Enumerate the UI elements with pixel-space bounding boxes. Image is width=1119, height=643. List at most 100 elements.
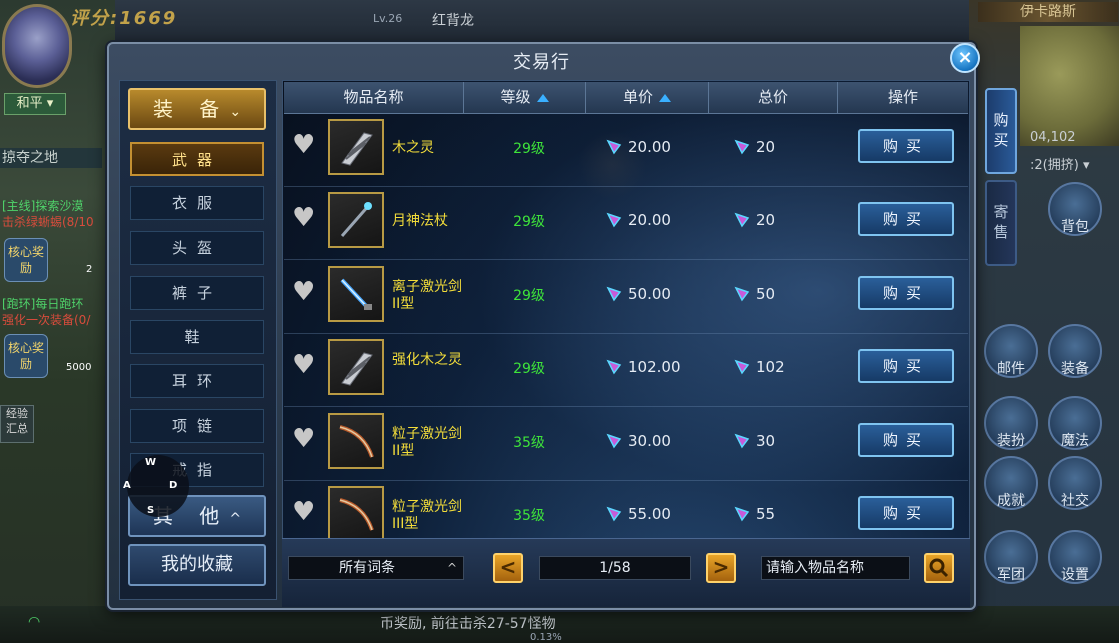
buy-button[interactable]: 购买 — [858, 129, 954, 163]
unit-price: 20.00 — [628, 138, 671, 156]
gem-currency-icon — [734, 433, 750, 449]
claw-blade-icon — [341, 352, 373, 386]
gem-currency-icon — [734, 359, 750, 375]
item-level: 29级 — [513, 288, 545, 304]
affix-filter-select[interactable]: 所有词条 ^ — [288, 556, 464, 580]
player-avatar[interactable] — [2, 4, 72, 88]
sort-asc-icon — [536, 93, 549, 102]
target-name: 红背龙 — [432, 13, 474, 29]
score-display: 评分:1669 — [70, 4, 177, 30]
my-favorites-button[interactable]: 我的收藏 — [128, 544, 266, 586]
column-unit-price-label: 单价 — [622, 88, 653, 106]
column-action-label: 操作 — [887, 88, 918, 106]
gem-currency-icon — [606, 433, 622, 449]
curved-blade-icon — [339, 498, 374, 531]
gem-currency-icon — [606, 286, 622, 302]
table-row: ♥ 粒子激光剑III型 35级 55.00 55 购买 — [284, 480, 968, 538]
column-total[interactable]: 总价 — [709, 82, 838, 113]
gem-currency-icon — [606, 139, 622, 155]
window-title: 交易行 — [513, 52, 570, 73]
item-level: 35级 — [513, 435, 545, 451]
gem-currency-icon — [734, 139, 750, 155]
search-input[interactable]: 请输入物品名称 — [761, 556, 910, 580]
settings-icon[interactable]: 设置 — [1048, 530, 1102, 584]
item-name: 木之灵 — [392, 140, 434, 156]
next-page-button[interactable]: > — [706, 553, 736, 583]
favorite-heart-icon[interactable]: ♥ — [292, 205, 318, 231]
pk-mode-button[interactable]: 和平 ▾ — [4, 93, 66, 115]
joystick-right: D — [169, 480, 178, 491]
total-price: 102 — [756, 358, 785, 376]
gem-currency-icon — [606, 506, 622, 522]
search-button[interactable] — [924, 553, 954, 583]
target-level: Lv.26 — [373, 12, 403, 25]
item-slot[interactable] — [328, 192, 384, 248]
sort-asc-icon — [659, 93, 671, 102]
item-slot[interactable] — [328, 119, 384, 175]
item-slot[interactable] — [328, 413, 384, 469]
buy-button[interactable]: 购买 — [858, 202, 954, 236]
laser-sword-icon — [340, 278, 372, 310]
staff-icon — [340, 202, 372, 237]
item-level: 29级 — [513, 214, 545, 230]
unit-price: 50.00 — [628, 285, 671, 303]
unit-price: 30.00 — [628, 432, 671, 450]
favorite-heart-icon[interactable]: ♥ — [292, 132, 318, 158]
gem-currency-icon — [734, 286, 750, 302]
top-hud-background — [115, 0, 969, 46]
close-button[interactable]: × — [950, 43, 980, 73]
movement-joystick[interactable]: W A S D — [123, 455, 189, 517]
bottom-exp-percent: 0.13% — [530, 632, 562, 643]
buy-button[interactable]: 购买 — [858, 349, 954, 383]
prev-page-button[interactable]: < — [493, 553, 523, 583]
pk-mode-label: 和平 — [16, 96, 43, 111]
unit-price: 20.00 — [628, 211, 671, 229]
gem-currency-icon — [606, 212, 622, 228]
favorite-heart-icon[interactable]: ♥ — [292, 352, 318, 378]
column-unit-price[interactable]: 单价 — [586, 82, 709, 113]
legion-icon[interactable]: 军团 — [984, 530, 1038, 584]
favorite-heart-icon[interactable]: ♥ — [292, 426, 318, 452]
total-price: 20 — [756, 211, 776, 229]
chevron-left-icon: < — [499, 555, 517, 579]
item-name: 粒子激光剑III型 — [392, 499, 462, 532]
item-slot[interactable] — [328, 266, 384, 322]
column-total-label: 总价 — [757, 88, 788, 106]
affix-filter-value: 所有词条 — [339, 560, 395, 576]
joystick-down: S — [147, 505, 155, 516]
table-row: ♥ 月神法杖 29级 20.00 20 购买 — [284, 186, 968, 260]
unit-price: 55.00 — [628, 505, 671, 523]
table-header: 物品名称 等级 单价 总价 操作 — [284, 82, 968, 114]
curved-blade-icon — [339, 425, 374, 458]
table-row: ♥ 木之灵 29级 20.00 20 购买 — [284, 113, 968, 187]
item-slot[interactable] — [328, 339, 384, 395]
item-name: 粒子激光剑II型 — [392, 426, 462, 459]
chevron-right-icon: > — [712, 555, 730, 579]
item-name: 强化木之灵 — [392, 352, 462, 368]
column-name[interactable]: 物品名称 — [284, 82, 464, 113]
gem-currency-icon — [734, 506, 750, 522]
table-row: ♥ 粒子激光剑II型 35级 30.00 30 购买 — [284, 407, 968, 481]
column-level-label: 等级 — [500, 88, 531, 106]
map-name: 伊卡路斯 — [978, 2, 1118, 22]
column-level[interactable]: 等级 — [464, 82, 586, 113]
claw-blade-icon — [341, 132, 373, 166]
favorite-heart-icon[interactable]: ♥ — [292, 499, 318, 525]
total-price: 50 — [756, 285, 776, 303]
item-slot[interactable] — [328, 486, 384, 538]
side-icon-label: 军团 — [997, 567, 1025, 583]
item-level: 35级 — [513, 508, 545, 524]
total-price: 55 — [756, 505, 776, 523]
column-action: 操作 — [838, 82, 968, 113]
buy-button[interactable]: 购买 — [858, 496, 954, 530]
unit-price: 102.00 — [628, 358, 681, 376]
column-name-label: 物品名称 — [343, 88, 404, 106]
buy-button[interactable]: 购买 — [858, 423, 954, 457]
score-value: 1669 — [119, 8, 178, 29]
joystick-left: A — [123, 480, 131, 491]
buy-button[interactable]: 购买 — [858, 276, 954, 310]
favorite-heart-icon[interactable]: ♥ — [292, 279, 318, 305]
item-name: 离子激光剑II型 — [392, 279, 462, 312]
gem-currency-icon — [734, 212, 750, 228]
item-level: 29级 — [513, 361, 545, 377]
